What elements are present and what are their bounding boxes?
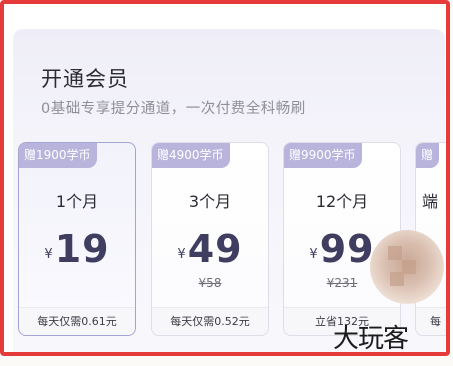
price-value: 99	[319, 227, 375, 271]
screenshot-frame: 开通会员 0基础专享提分通道，一次付费全科畅刷 赠1900学币 1个月 ¥19 …	[0, 0, 450, 356]
plan-note: 每天仅需0.52元	[152, 307, 268, 335]
currency-symbol: ¥	[44, 247, 53, 262]
page-title: 开通会员	[41, 67, 129, 91]
currency-symbol: ¥	[177, 247, 186, 262]
bonus-tag: 赠	[416, 143, 440, 168]
plan-card-3-months[interactable]: 赠4900学币 3个月 ¥49 ¥58 每天仅需0.52元	[151, 142, 269, 336]
bonus-tag: 赠9900学币	[284, 143, 362, 168]
bonus-tag: 赠4900学币	[152, 143, 230, 168]
plan-duration: 端	[422, 192, 439, 211]
plan-duration: 1个月	[55, 192, 99, 211]
watermark-logo: 大玩客	[333, 324, 409, 354]
page-subtitle: 0基础专享提分通道，一次付费全科畅刷	[41, 101, 306, 117]
bonus-tag: 赠1900学币	[19, 143, 97, 168]
plan-duration: 3个月	[188, 192, 232, 211]
plan-price: ¥49	[152, 227, 268, 271]
plan-price: ¥19	[19, 227, 135, 271]
plan-duration: 12个月	[315, 192, 369, 211]
plan-note: 每天仅需0.61元	[19, 307, 135, 335]
blurred-avatar	[370, 230, 444, 304]
original-price: ¥58	[198, 276, 222, 290]
price-value: 49	[187, 227, 243, 271]
price-value: 19	[54, 227, 110, 271]
plan-card-1-month[interactable]: 赠1900学币 1个月 ¥19 每天仅需0.61元	[18, 142, 136, 336]
currency-symbol: ¥	[309, 247, 318, 262]
plan-note: 每	[416, 307, 446, 335]
